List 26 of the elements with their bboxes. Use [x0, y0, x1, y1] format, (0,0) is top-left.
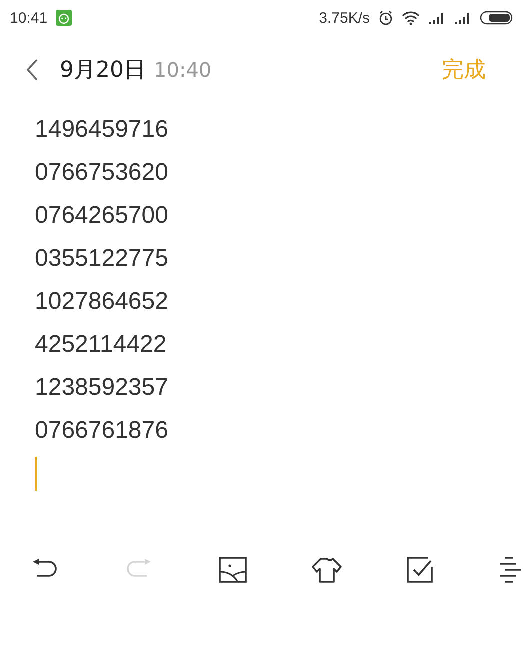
- list-button[interactable]: [499, 557, 524, 583]
- shirt-icon: [311, 557, 343, 583]
- battery-icon: [480, 10, 514, 26]
- note-line: 0764265700: [35, 201, 168, 231]
- note-line: 1238592357: [35, 373, 168, 403]
- clock-time: 10:41: [10, 10, 48, 26]
- app-notification-icon: [56, 10, 72, 26]
- image-icon: [217, 557, 249, 583]
- note-time: 10:40: [154, 58, 212, 82]
- text-align-icon: [499, 557, 524, 583]
- note-line: 1496459716: [35, 115, 168, 145]
- shirt-button[interactable]: [311, 557, 343, 583]
- signal-icon: [428, 12, 446, 24]
- note-line: 0766753620: [35, 158, 168, 188]
- alarm-clock-icon: [378, 10, 394, 26]
- done-button[interactable]: 完成: [442, 55, 486, 85]
- note-line: 0355122775: [35, 244, 168, 274]
- wifi-icon: [402, 11, 420, 25]
- note-line: 1027864652: [35, 287, 168, 317]
- note-line: 4252114422: [35, 330, 167, 360]
- note-date: 9月20日: [60, 57, 146, 85]
- network-speed: 3.75K/s: [319, 10, 370, 26]
- image-button[interactable]: [217, 557, 249, 583]
- note-line: 0766761876: [35, 416, 168, 446]
- back-icon: [26, 59, 38, 81]
- signal-icon: [454, 12, 472, 24]
